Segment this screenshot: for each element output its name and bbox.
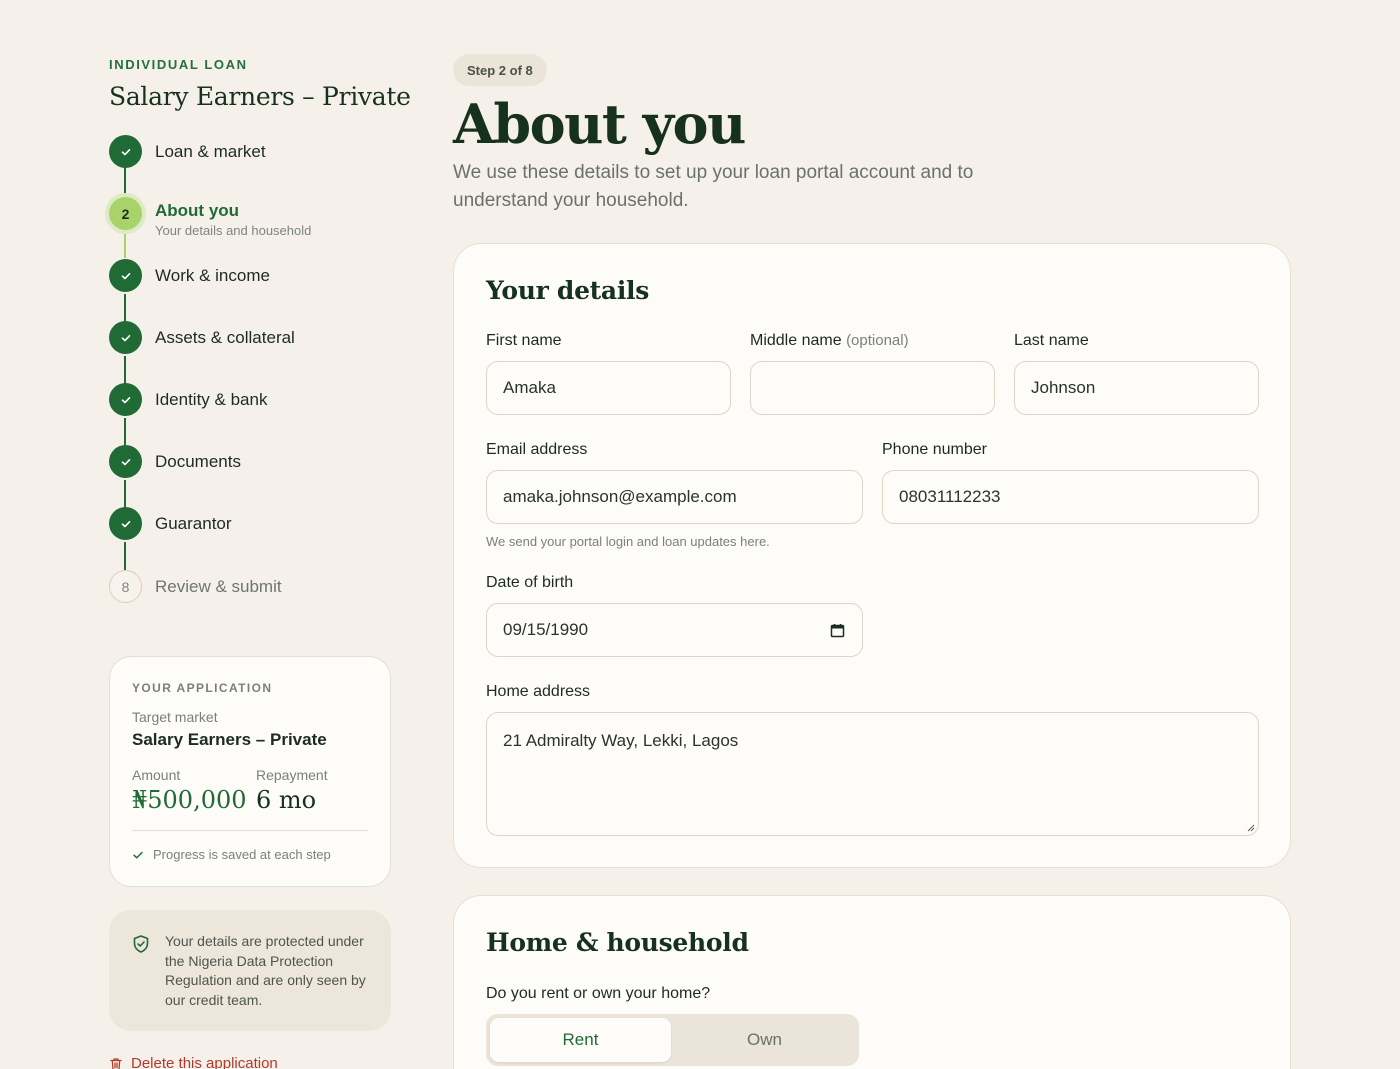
phone-input[interactable]: 08031112233 bbox=[882, 470, 1259, 524]
email-hint: We send your portal login and loan updat… bbox=[486, 534, 770, 549]
application-eyebrow: YOUR APPLICATION bbox=[132, 681, 273, 695]
divider bbox=[132, 830, 368, 831]
product-title: Salary Earners – Private bbox=[109, 82, 411, 111]
middle-name-input[interactable] bbox=[750, 361, 995, 415]
step-connector bbox=[124, 294, 126, 322]
loan-type-eyebrow: INDIVIDUAL LOAN bbox=[109, 57, 248, 72]
application-summary-card: YOUR APPLICATION Target market Salary Ea… bbox=[109, 656, 391, 887]
address-textarea[interactable]: 21 Admiralty Way, Lekki, Lagos bbox=[486, 712, 1259, 836]
step-label: Identity & bank bbox=[155, 390, 268, 409]
step-connector bbox=[124, 356, 126, 384]
own-option[interactable]: Own bbox=[674, 1018, 855, 1062]
step-connector bbox=[124, 418, 126, 446]
rent-option[interactable]: Rent bbox=[490, 1018, 671, 1062]
check-icon bbox=[109, 383, 142, 416]
email-label: Email address bbox=[486, 441, 588, 458]
amount-value: ₦500,000 bbox=[132, 786, 247, 814]
rent-own-question: Do you rent or own your home? bbox=[486, 985, 711, 1002]
privacy-notice: Your details are protected under the Nig… bbox=[109, 910, 391, 1031]
step-label: Loan & market bbox=[155, 142, 266, 161]
dob-value: 09/15/1990 bbox=[503, 620, 589, 639]
step-label: Review & submit bbox=[155, 577, 282, 596]
calendar-icon[interactable] bbox=[830, 623, 845, 638]
first-name-label: First name bbox=[486, 332, 562, 349]
step-connector bbox=[124, 542, 126, 570]
step-subtitle: Your details and household bbox=[155, 223, 312, 238]
step-connector bbox=[124, 168, 126, 196]
check-icon bbox=[109, 135, 142, 168]
amount-label: Amount bbox=[132, 767, 181, 783]
phone-label: Phone number bbox=[882, 441, 987, 458]
your-details-card: Your details First name Amaka Middle nam… bbox=[453, 243, 1291, 868]
rent-own-toggle: Rent Own bbox=[486, 1014, 859, 1066]
step-label: Assets & collateral bbox=[155, 328, 295, 347]
step-about-you[interactable]: 2 About you Your details and household bbox=[109, 197, 409, 238]
step-number: 8 bbox=[109, 570, 142, 603]
target-market-label: Target market bbox=[132, 709, 218, 725]
step-connector bbox=[124, 231, 126, 258]
step-loan-market[interactable]: Loan & market bbox=[109, 135, 409, 169]
step-work-income[interactable]: Work & income bbox=[109, 259, 409, 293]
progress-note-text: Progress is saved at each step bbox=[153, 847, 331, 862]
step-identity-bank[interactable]: Identity & bank bbox=[109, 383, 409, 417]
first-name-input[interactable]: Amaka bbox=[486, 361, 731, 415]
privacy-text: Your details are protected under the Nig… bbox=[165, 933, 366, 1008]
step-label: Work & income bbox=[155, 266, 270, 285]
dob-label: Date of birth bbox=[486, 574, 574, 591]
step-review-submit[interactable]: 8 Review & submit bbox=[109, 570, 409, 604]
step-guarantor[interactable]: Guarantor bbox=[109, 507, 409, 541]
delete-application-link[interactable]: Delete this application bbox=[109, 1055, 278, 1069]
trash-icon bbox=[110, 1057, 122, 1069]
repayment-label: Repayment bbox=[256, 767, 328, 783]
repayment-value: 6 mo bbox=[256, 786, 317, 814]
step-list: Loan & market 2 About you Your details a… bbox=[109, 135, 409, 605]
step-assets-collateral[interactable]: Assets & collateral bbox=[109, 321, 409, 355]
page-description: We use these details to set up your loan… bbox=[453, 162, 974, 211]
step-number: 2 bbox=[109, 197, 142, 230]
last-name-input[interactable]: Johnson bbox=[1014, 361, 1259, 415]
last-name-label: Last name bbox=[1014, 332, 1089, 349]
middle-name-label: Middle name (optional) bbox=[750, 332, 909, 350]
card-title: Your details bbox=[486, 276, 650, 305]
step-label: About you bbox=[155, 201, 240, 220]
address-label: Home address bbox=[486, 683, 591, 700]
resize-handle-icon[interactable] bbox=[1246, 823, 1255, 832]
step-documents[interactable]: Documents bbox=[109, 445, 409, 479]
middle-name-label-text: Middle name bbox=[750, 332, 842, 349]
address-value: 21 Admiralty Way, Lekki, Lagos bbox=[503, 731, 739, 750]
email-input[interactable]: amaka.johnson@example.com bbox=[486, 470, 863, 524]
target-market-value: Salary Earners – Private bbox=[132, 730, 327, 749]
optional-tag: (optional) bbox=[846, 332, 909, 349]
page-title: About you bbox=[453, 92, 746, 156]
step-connector bbox=[124, 480, 126, 508]
check-icon bbox=[109, 445, 142, 478]
step-label: Documents bbox=[155, 452, 241, 471]
card-title: Home & household bbox=[486, 928, 749, 957]
shield-icon bbox=[133, 935, 149, 953]
check-icon bbox=[109, 507, 142, 540]
dob-input[interactable]: 09/15/1990 bbox=[486, 603, 863, 657]
check-icon bbox=[133, 851, 143, 858]
progress-note: Progress is saved at each step bbox=[132, 847, 331, 862]
check-icon bbox=[109, 321, 142, 354]
step-label: Guarantor bbox=[155, 514, 232, 533]
check-icon bbox=[109, 259, 142, 292]
home-household-card: Home & household Do you rent or own your… bbox=[453, 895, 1291, 1069]
delete-label: Delete this application bbox=[131, 1055, 278, 1069]
step-progress-badge: Step 2 of 8 bbox=[453, 54, 547, 86]
